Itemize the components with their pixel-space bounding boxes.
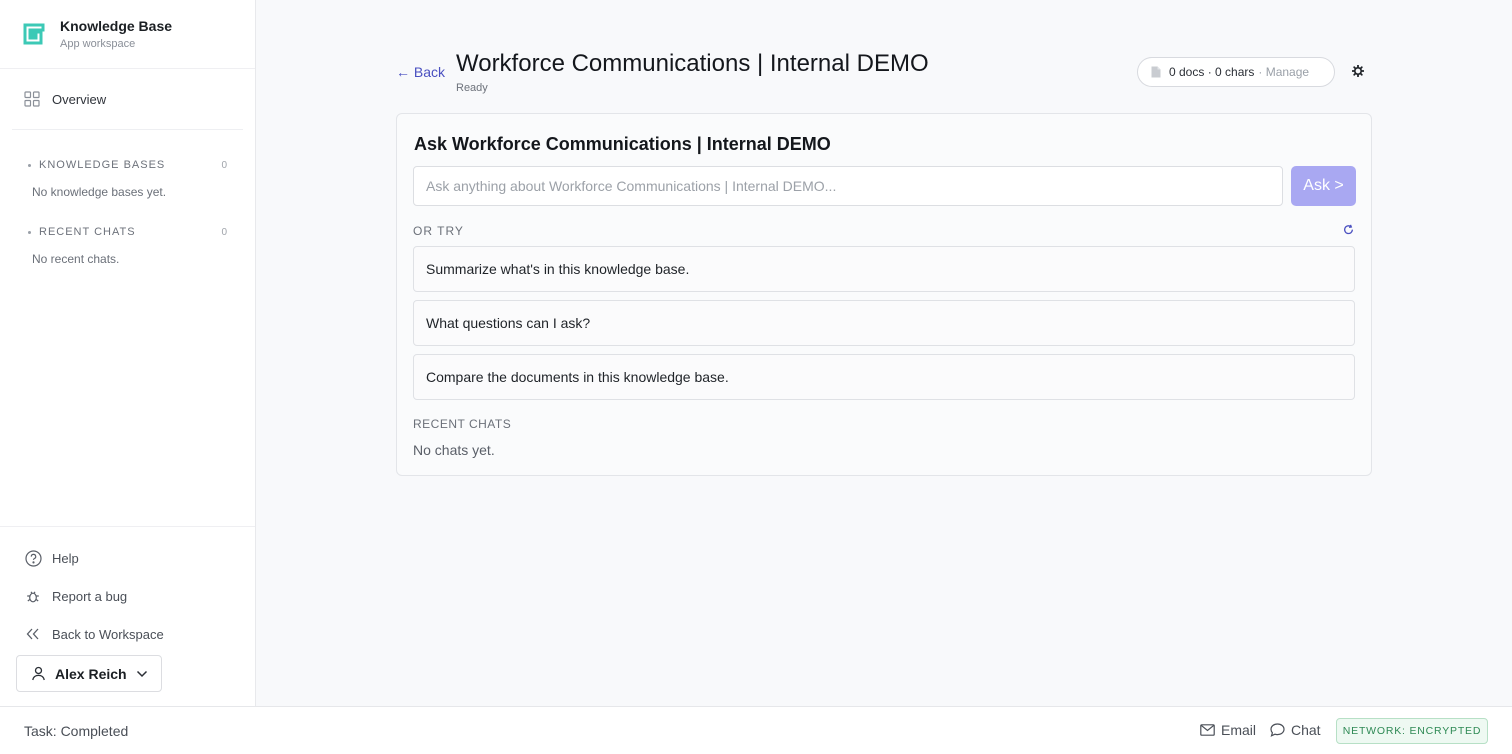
ask-card: Ask Workforce Communications | Internal … [396, 113, 1372, 476]
or-try-label: OR TRY [413, 224, 464, 238]
help-label: Help [52, 550, 79, 566]
recent-chats-count: 0 [221, 226, 227, 238]
chat-label: Chat [1291, 722, 1321, 738]
page-title: Workforce Communications | Internal DEMO [456, 50, 929, 77]
brand-logo-icon [22, 22, 46, 46]
bullet-icon [28, 230, 31, 234]
recent-chats-heading: RECENT CHATS [39, 226, 136, 238]
suggestion-button[interactable]: What questions can I ask? [413, 300, 1355, 346]
recent-chats-empty: No recent chats. [32, 252, 120, 266]
divider [12, 129, 243, 130]
refresh-icon[interactable] [1343, 224, 1354, 235]
bullet-icon [28, 163, 31, 167]
back-to-workspace-label: Back to Workspace [52, 626, 164, 642]
recent-chats-section-toggle[interactable]: RECENT CHATS 0 [28, 222, 227, 242]
back-to-workspace-link[interactable]: Back to Workspace [0, 615, 255, 653]
docs-summary: 0 docs · 0 chars [1169, 65, 1255, 79]
report-bug-label: Report a bug [52, 588, 128, 604]
knowledge-bases-heading: KNOWLEDGE BASES [39, 159, 166, 171]
ask-button[interactable]: Ask > [1291, 166, 1356, 206]
suggestion-button[interactable]: Summarize what's in this knowledge base. [413, 246, 1355, 292]
settings-gear-icon[interactable] [1352, 65, 1364, 77]
recent-chats-heading: RECENT CHATS [413, 417, 512, 431]
help-circle-icon [24, 549, 42, 567]
brand-title: Knowledge Base [60, 18, 173, 34]
user-icon [31, 666, 46, 681]
status-text: Ready [456, 82, 488, 94]
chat-link[interactable]: Chat [1270, 722, 1321, 738]
email-label: Email [1221, 722, 1257, 738]
bug-icon [24, 588, 42, 604]
ask-input[interactable] [413, 166, 1283, 206]
grid-icon [24, 91, 40, 107]
network-status-badge: NETWORK: ENCRYPTED [1336, 718, 1488, 744]
ask-card-title: Ask Workforce Communications | Internal … [414, 134, 831, 154]
brand-header: Knowledge Base App workspace [0, 0, 255, 69]
nav-overview-label: Overview [52, 91, 107, 107]
manage-label: · Manage [1258, 65, 1310, 79]
docs-manage-pill[interactable]: 0 docs · 0 chars · Manage [1137, 57, 1335, 87]
knowledge-bases-count: 0 [221, 159, 227, 171]
nav-overview[interactable]: Overview [12, 81, 243, 117]
recent-chats-empty: No chats yet. [413, 442, 495, 458]
report-bug-link[interactable]: Report a bug [0, 577, 255, 615]
sidebar: Knowledge Base App workspace Overview KN… [0, 0, 256, 706]
knowledge-bases-section-toggle[interactable]: KNOWLEDGE BASES 0 [28, 155, 227, 175]
sidebar-bottom: Help Report a bug Back to Workspace Alex… [0, 526, 255, 706]
status-bar: Task: Completed Email Chat NETWORK: ENCR… [0, 706, 1512, 754]
mail-icon [1200, 724, 1215, 736]
task-status: Task: Completed [24, 723, 129, 739]
user-menu-button[interactable]: Alex Reich [16, 655, 162, 692]
user-name: Alex Reich [55, 665, 127, 682]
knowledge-bases-empty: No knowledge bases yet. [32, 185, 167, 199]
main-content: ← Back Workforce Communications | Intern… [256, 0, 1512, 706]
back-link[interactable]: ← Back [396, 64, 445, 80]
chat-bubble-icon [1270, 723, 1285, 737]
document-icon [1151, 66, 1161, 78]
chevron-down-icon [136, 670, 148, 678]
chevrons-left-icon [24, 628, 42, 640]
help-link[interactable]: Help [0, 539, 255, 577]
suggestion-button[interactable]: Compare the documents in this knowledge … [413, 354, 1355, 400]
brand-subtitle: App workspace [60, 38, 136, 50]
email-link[interactable]: Email [1200, 722, 1256, 738]
